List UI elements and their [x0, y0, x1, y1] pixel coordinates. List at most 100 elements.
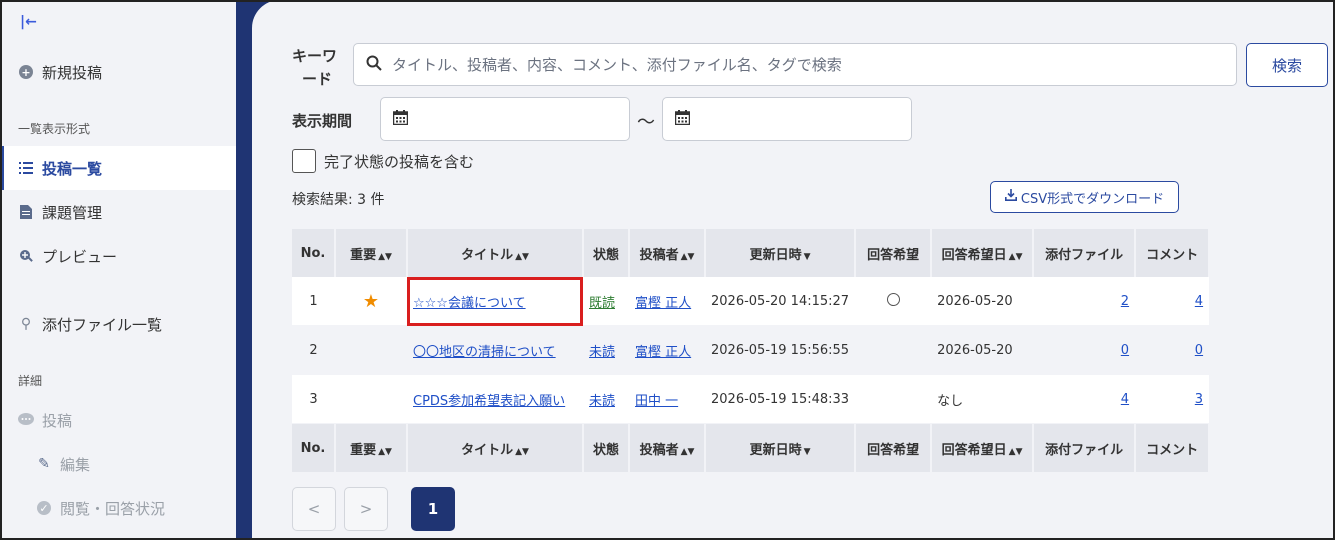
pagination-prev-button[interactable]: < — [292, 487, 336, 531]
sidebar-item-label: 投稿 — [42, 411, 73, 430]
search-result-count: 検索結果: 3 件 — [292, 192, 385, 208]
status-link[interactable]: 既読 — [589, 296, 615, 311]
col-header-comments: コメント — [1135, 229, 1211, 277]
attachments-count-link[interactable]: 4 — [1121, 392, 1129, 407]
poster-link[interactable]: 田中 一 — [635, 394, 678, 409]
col-header-updated[interactable]: 更新日時 ▼ — [705, 229, 857, 277]
star-icon[interactable]: ★ — [363, 291, 379, 312]
cell-updated: 2026-05-20 14:15:27 — [705, 277, 856, 326]
cell-comments: 0 — [1135, 325, 1210, 375]
cell-attachments: 2 — [1033, 277, 1136, 326]
sort-desc-icon: ▼ — [803, 446, 811, 457]
status-link[interactable]: 未読 — [589, 394, 615, 409]
sort-icon: ▲▼ — [378, 446, 392, 457]
sidebar-section-detail: 詳細 — [18, 374, 43, 388]
col-footer-title[interactable]: タイトル ▲▼ — [407, 423, 584, 472]
post-title-link[interactable]: 〇〇地区の清掃について — [413, 345, 556, 360]
plus-circle-icon: + — [18, 64, 34, 80]
table-row: 1 ★ ☆☆☆会議について 既読 富樫 正人 2026-05-20 14:15:… — [292, 277, 1210, 326]
col-footer-reply-request: 回答希望 — [855, 423, 933, 472]
col-header-reply-date[interactable]: 回答希望日 ▲▼ — [931, 229, 1035, 277]
col-header-status: 状態 — [583, 229, 630, 277]
search-button[interactable]: 検索 — [1246, 43, 1328, 87]
sort-icon: ▲▼ — [515, 446, 529, 457]
include-completed-checkbox[interactable] — [292, 149, 316, 173]
sidebar-item-post: 投稿 — [0, 398, 236, 442]
include-completed-label[interactable]: 完了状態の投稿を含む — [324, 151, 474, 172]
col-header-important[interactable]: 重要 ▲▼ — [335, 229, 408, 277]
list-icon — [18, 160, 34, 176]
sidebar: |← + 新規投稿 一覧表示形式 投稿一覧 課題管理 プレビュー ⚲ 添付ファイ… — [0, 0, 236, 540]
comments-count-link[interactable]: 4 — [1195, 294, 1203, 309]
cell-comments: 3 — [1135, 374, 1210, 424]
calendar-icon — [392, 109, 409, 129]
col-header-poster[interactable]: 投稿者 ▲▼ — [629, 229, 706, 277]
sort-icon: ▲▼ — [1008, 251, 1023, 262]
zoom-in-icon — [18, 248, 34, 264]
sort-icon: ▲▼ — [515, 251, 529, 262]
col-header-attachments: 添付ファイル — [1033, 229, 1137, 277]
attachments-count-link[interactable]: 2 — [1121, 294, 1129, 309]
check-circle-icon: ✓ — [36, 500, 52, 516]
csv-download-button[interactable]: CSV形式でダウンロード — [990, 181, 1179, 213]
cell-important[interactable] — [335, 374, 407, 424]
col-footer-poster[interactable]: 投稿者 ▲▼ — [629, 423, 706, 472]
poster-link[interactable]: 富樫 正人 — [635, 345, 691, 360]
col-footer-important[interactable]: 重要 ▲▼ — [335, 423, 408, 472]
period-start-date-input[interactable] — [380, 97, 630, 141]
comments-count-link[interactable]: 3 — [1195, 392, 1203, 407]
cell-reply-date: 2026-05-20 — [931, 325, 1034, 375]
pencil-icon: ✎ — [38, 456, 50, 472]
sidebar-item-new-post[interactable]: + 新規投稿 — [0, 50, 236, 94]
sidebar-item-issue-management[interactable]: 課題管理 — [0, 190, 236, 234]
sidebar-section-list-format: 一覧表示形式 — [18, 122, 91, 136]
col-footer-attachments: 添付ファイル — [1033, 423, 1137, 472]
search-icon — [366, 55, 382, 75]
cell-reply-date: 2026-05-20 — [931, 277, 1034, 326]
sort-icon: ▲▼ — [680, 251, 695, 262]
posts-table: No. 重要 ▲▼ タイトル ▲▼ 状態 投稿者 ▲▼ 更新日時 ▼ 回答希望 回答希望… — [292, 229, 1211, 472]
pagination-next-button[interactable]: > — [344, 487, 388, 531]
period-label: 表示期間 — [292, 112, 353, 130]
keyword-search-field[interactable] — [353, 43, 1237, 86]
sidebar-item-attachments[interactable]: ⚲ 添付ファイル一覧 — [0, 302, 236, 346]
cell-important[interactable] — [335, 325, 407, 375]
col-header-title[interactable]: タイトル ▲▼ — [407, 229, 584, 277]
collapse-left-icon[interactable]: |← — [20, 14, 37, 30]
cell-attachments: 4 — [1033, 374, 1136, 424]
cell-important[interactable]: ★ — [335, 277, 407, 326]
period-end-date-input[interactable] — [662, 97, 912, 141]
cell-status: 未読 — [583, 325, 629, 375]
keyword-label-line1: キーワ — [292, 47, 338, 65]
poster-link[interactable]: 富樫 正人 — [635, 296, 691, 311]
col-footer-no: No. — [292, 423, 336, 472]
download-icon — [1004, 189, 1017, 205]
cell-reply-request — [855, 277, 932, 326]
col-footer-updated[interactable]: 更新日時 ▼ — [705, 423, 857, 472]
col-footer-comments: コメント — [1135, 423, 1211, 472]
cell-updated: 2026-05-19 15:48:33 — [705, 374, 856, 424]
status-link[interactable]: 未読 — [589, 345, 615, 360]
table-row: 3 CPDS参加希望表記入願い 未読 田中 一 2026-05-19 15:48… — [292, 374, 1210, 424]
chat-bubble-icon — [18, 412, 34, 428]
keyword-search-input[interactable] — [390, 54, 1236, 75]
cell-title: 〇〇地区の清掃について — [407, 325, 583, 375]
sidebar-item-label: 課題管理 — [42, 203, 103, 222]
cell-no: 3 — [292, 374, 335, 424]
post-title-link[interactable]: ☆☆☆会議について — [413, 296, 526, 311]
table-header-row: No. 重要 ▲▼ タイトル ▲▼ 状態 投稿者 ▲▼ 更新日時 ▼ 回答希望 回答希望… — [292, 229, 1211, 277]
cell-status: 既読 — [583, 277, 629, 326]
cell-reply-request — [855, 325, 932, 375]
sidebar-item-label: 新規投稿 — [42, 63, 103, 82]
post-title-link[interactable]: CPDS参加希望表記入願い — [413, 394, 565, 409]
attachments-count-link[interactable]: 0 — [1121, 343, 1129, 358]
col-footer-reply-date[interactable]: 回答希望日 ▲▼ — [931, 423, 1035, 472]
cell-poster: 富樫 正人 — [629, 325, 705, 375]
sidebar-item-post-list[interactable]: 投稿一覧 — [0, 146, 236, 190]
pagination-page-1[interactable]: 1 — [411, 487, 455, 531]
comments-count-link[interactable]: 0 — [1195, 343, 1203, 358]
sidebar-item-preview[interactable]: プレビュー — [0, 234, 236, 278]
cell-reply-date: なし — [931, 374, 1034, 424]
table-row: 2 〇〇地区の清掃について 未読 富樫 正人 2026-05-19 15:56:… — [292, 325, 1210, 375]
col-footer-status: 状態 — [583, 423, 630, 472]
